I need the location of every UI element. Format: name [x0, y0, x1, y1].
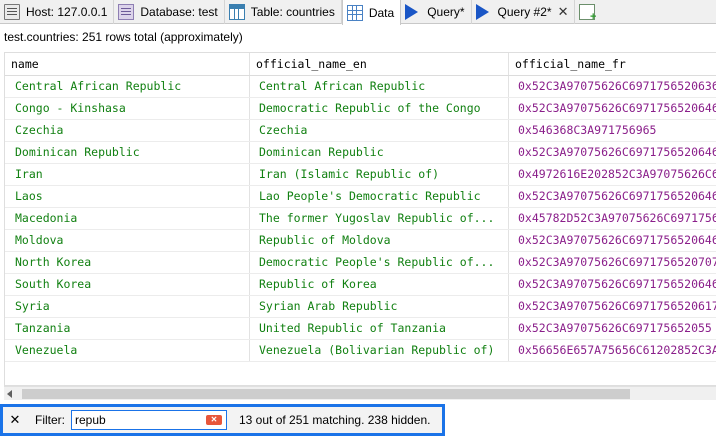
close-filter-icon[interactable]: ✕ [5, 412, 25, 428]
column-header-official-name-fr[interactable]: official_name_fr [509, 53, 716, 75]
tab-table[interactable]: Table: countries [225, 0, 342, 24]
tab-data[interactable]: Data [341, 0, 402, 25]
table-row[interactable]: Central African Republic Central African… [5, 76, 716, 98]
tab-host[interactable]: Host: 127.0.0.1 [0, 0, 115, 24]
cell-official-name-en[interactable]: Dominican Republic [250, 142, 509, 163]
horizontal-scrollbar[interactable] [4, 386, 716, 400]
cell-official-name-en[interactable]: The former Yugoslav Republic of... [250, 208, 509, 229]
tab-query[interactable]: Query* [401, 0, 472, 24]
cell-name[interactable]: North Korea [5, 252, 250, 273]
cell-official-name-fr[interactable]: 0x52C3A97075626C69717565206465 [509, 274, 716, 295]
tab-host-label: Host: 127.0.0.1 [26, 5, 108, 19]
filter-input-box[interactable]: ✕ [71, 410, 227, 430]
cell-name[interactable]: Iran [5, 164, 250, 185]
filter-panel: ✕ Filter: ✕ 13 out of 251 matching. 238 … [0, 404, 445, 436]
filter-input[interactable] [72, 411, 202, 429]
grid-header: name official_name_en official_name_fr [5, 53, 716, 76]
cell-official-name-fr[interactable]: 0x52C3A97075626C69717565206465 [509, 230, 716, 251]
tab-database[interactable]: Database: test [114, 0, 225, 24]
table-row[interactable]: Moldova Republic of Moldova 0x52C3A97075… [5, 230, 716, 252]
new-query-tab-icon [579, 4, 596, 23]
play-icon [475, 4, 492, 20]
table-row[interactable]: Czechia Czechia 0x546368C3A971756965 [5, 120, 716, 142]
cell-official-name-en[interactable]: Democratic People's Republic of... [250, 252, 509, 273]
cell-name[interactable]: Moldova [5, 230, 250, 251]
data-grid[interactable]: name official_name_en official_name_fr C… [4, 52, 716, 386]
tab-database-label: Database: test [140, 5, 218, 19]
cell-official-name-en[interactable]: Iran (Islamic Republic of) [250, 164, 509, 185]
play-icon [405, 4, 421, 20]
column-header-name[interactable]: name [5, 53, 250, 75]
cell-official-name-fr[interactable]: 0x52C3A97075626C69717565206172 [509, 296, 716, 317]
cell-official-name-fr[interactable]: 0x56656E657A75656C61202852C3A9 [509, 340, 716, 361]
tab-data-label: Data [368, 5, 395, 20]
cell-name[interactable]: Laos [5, 186, 250, 207]
cell-name[interactable]: Tanzania [5, 318, 250, 339]
table-row[interactable]: Laos Lao People's Democratic Republic 0x… [5, 186, 716, 208]
cell-name[interactable]: Czechia [5, 120, 250, 141]
table-row[interactable]: North Korea Democratic People's Republic… [5, 252, 716, 274]
cell-name[interactable]: Dominican Republic [5, 142, 250, 163]
column-header-official-name-en[interactable]: official_name_en [250, 53, 509, 75]
cell-name[interactable]: Central African Republic [5, 76, 250, 97]
table-row[interactable]: South Korea Republic of Korea 0x52C3A970… [5, 274, 716, 296]
server-icon [4, 4, 20, 20]
scroll-left-arrow-icon[interactable] [7, 390, 12, 398]
table-row[interactable]: Iran Iran (Islamic Republic of) 0x497261… [5, 164, 716, 186]
cell-official-name-en[interactable]: Republic of Moldova [250, 230, 509, 251]
table-row[interactable]: Congo - Kinshasa Democratic Republic of … [5, 98, 716, 120]
table-icon [228, 4, 245, 20]
cell-official-name-en[interactable]: Venezuela (Bolivarian Republic of) [250, 340, 509, 361]
cell-official-name-en[interactable]: Democratic Republic of the Congo [250, 98, 509, 119]
tab-query-2-label: Query #2* [497, 5, 552, 19]
database-icon [118, 4, 135, 20]
cell-official-name-en[interactable]: Lao People's Democratic Republic [250, 186, 509, 207]
cell-official-name-fr[interactable]: 0x52C3A97075626C69717565206465 [509, 98, 716, 119]
data-grid-icon [346, 4, 363, 21]
cell-name[interactable]: Macedonia [5, 208, 250, 229]
cell-name[interactable]: Congo - Kinshasa [5, 98, 250, 119]
table-row[interactable]: Dominican Republic Dominican Republic 0x… [5, 142, 716, 164]
scrollbar-thumb[interactable] [22, 389, 630, 399]
cell-official-name-en[interactable]: Syrian Arab Republic [250, 296, 509, 317]
tab-query-label: Query* [427, 5, 465, 19]
cell-name[interactable]: Syria [5, 296, 250, 317]
cell-official-name-fr[interactable]: 0x52C3A97075626C69717565206465 [509, 186, 716, 207]
table-row[interactable]: Tanzania United Republic of Tanzania 0x5… [5, 318, 716, 340]
table-row[interactable]: Macedonia The former Yugoslav Republic o… [5, 208, 716, 230]
tab-table-label: Table: countries [250, 5, 335, 19]
cell-official-name-en[interactable]: United Republic of Tanzania [250, 318, 509, 339]
filter-label: Filter: [35, 413, 65, 427]
cell-official-name-fr[interactable]: 0x4972616E202852C3A97075626C69 [509, 164, 716, 185]
tab-bar: Host: 127.0.0.1 Database: test Table: co… [0, 0, 716, 25]
cell-official-name-fr[interactable]: 0x546368C3A971756965 [509, 120, 716, 141]
cell-official-name-en[interactable]: Czechia [250, 120, 509, 141]
cell-name[interactable]: South Korea [5, 274, 250, 295]
cell-official-name-fr[interactable]: 0x52C3A97075626C69717565207075 [509, 252, 716, 273]
table-row[interactable]: Syria Syrian Arab Republic 0x52C3A970756… [5, 296, 716, 318]
cell-official-name-en[interactable]: Republic of Korea [250, 274, 509, 295]
cell-official-name-fr[interactable]: 0x52C3A97075626C697175652055 [509, 318, 716, 339]
cell-official-name-fr[interactable]: 0x52C3A97075626C69717565206465 [509, 142, 716, 163]
table-row[interactable]: Venezuela Venezuela (Bolivarian Republic… [5, 340, 716, 362]
filter-match-status: 13 out of 251 matching. 238 hidden. [239, 413, 431, 427]
close-icon[interactable]: ✕ [558, 4, 569, 20]
cell-name[interactable]: Venezuela [5, 340, 250, 361]
cell-official-name-en[interactable]: Central African Republic [250, 76, 509, 97]
tab-query-2[interactable]: Query #2* ✕ [472, 0, 576, 24]
new-query-tab-button[interactable] [575, 0, 607, 24]
clear-filter-icon[interactable]: ✕ [206, 415, 222, 425]
cell-official-name-fr[interactable]: 0x52C3A97075626C69717565206365 [509, 76, 716, 97]
table-row-count-info: test.countries: 251 rows total (approxim… [4, 30, 243, 44]
cell-official-name-fr[interactable]: 0x45782D52C3A97075626C69717565 [509, 208, 716, 229]
